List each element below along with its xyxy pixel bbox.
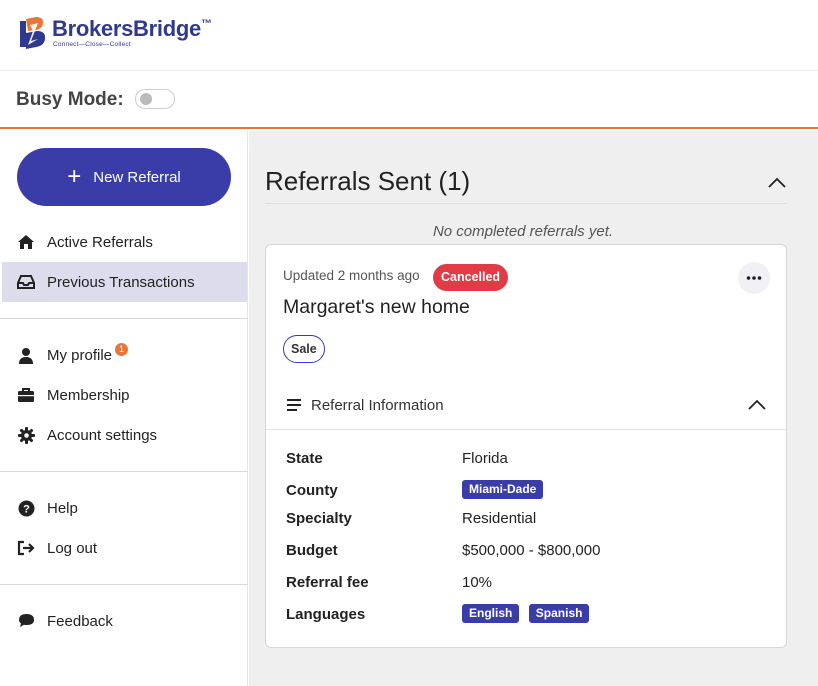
chevron-up-icon [748,399,766,410]
brand-tagline: Connect—Close—Collect [53,41,131,48]
county-tag: Miami-Dade [462,480,544,499]
field-row-budget: Budget $500,000 - $800,000 [286,538,766,564]
more-horizontal-icon [746,276,762,280]
sidebar-item-label: Previous Transactions [47,273,195,291]
sidebar-item-my-profile[interactable]: My profile 1 [2,335,247,375]
sidebar-item-label: Account settings [47,426,158,444]
empty-state-note: No completed referrals yet. [432,223,614,240]
busy-mode-bar: Busy Mode: [0,71,818,129]
sidebar-item-label: Membership [47,386,130,404]
field-label: State [286,450,323,467]
field-value: Residential [462,510,537,527]
section-divider [265,203,787,204]
brand-logo[interactable]: BrokersBridge™ Connect—Close—Collect [18,15,212,51]
sidebar-item-label: Feedback [47,612,113,630]
sidebar-divider [0,471,247,472]
main-content: Referrals Sent (1) No completed referral… [249,131,818,686]
inbox-icon [17,273,35,291]
field-row-languages: Languages English Spanish [286,602,766,628]
gear-icon [17,426,35,444]
field-row-specialty: Specialty Residential [286,506,766,532]
field-value: $500,000 - $800,000 [462,542,601,559]
field-row-county: County Miami-Dade [286,478,766,504]
field-value: Florida [462,450,508,467]
field-value: 10% [462,574,493,591]
sidebar-item-account-settings[interactable]: Account settings [2,415,247,455]
sidebar-item-membership[interactable]: Membership [2,375,247,415]
busy-mode-toggle[interactable] [135,89,175,109]
page-title: Referrals Sent (1) [265,166,471,196]
sidebar-item-feedback[interactable]: Feedback [2,601,247,641]
sidebar-item-label: Log out [47,539,98,557]
list-icon [287,399,301,411]
referral-type-badge: Sale [283,335,325,363]
language-tag: English [462,604,520,623]
field-label: Specialty [286,510,352,527]
brand-trademark: ™ [200,18,212,30]
referral-information-accordion[interactable]: Referral Information [266,380,786,430]
sidebar-divider [0,318,247,319]
home-icon [17,233,35,251]
sidebar-item-log-out[interactable]: Log out [2,528,247,568]
field-label: Referral fee [286,574,369,591]
notification-badge: 1 [115,342,129,356]
toggle-knob [140,93,152,105]
field-row-state: State Florida [286,446,766,472]
field-row-referral-fee: Referral fee 10% [286,570,766,596]
field-label: County [286,482,338,499]
field-label: Budget [286,542,338,559]
help-circle-icon: ? [17,499,35,517]
plus-icon: + [67,163,82,190]
sidebar-divider [0,584,247,585]
svg-text:?: ? [23,503,30,515]
brand-logo-mark-icon [18,15,48,51]
sidebar-item-help[interactable]: ? Help [2,488,247,528]
new-referral-label: New Referral [93,168,181,186]
sidebar-item-previous-transactions[interactable]: Previous Transactions [2,262,247,302]
updated-timestamp: Updated 2 months ago [283,268,420,283]
brand-name: BrokersBridge [52,16,201,41]
chevron-up-icon [768,177,786,188]
busy-mode-label: Busy Mode: [16,89,124,110]
new-referral-button[interactable]: + New Referral [17,148,231,206]
sidebar-item-label: Help [47,499,78,517]
briefcase-icon [17,386,35,404]
sidebar-item-label: My profile [47,346,113,364]
accordion-title: Referral Information [311,397,444,414]
user-icon [17,346,35,364]
status-badge: Cancelled [433,264,509,291]
sidebar-item-active-referrals[interactable]: Active Referrals [2,222,247,262]
referral-title: Margaret's new home [283,296,470,318]
collapse-section-button[interactable] [767,173,787,193]
referral-card: Updated 2 months ago Cancelled Margaret'… [265,244,787,648]
field-label: Languages [286,606,366,623]
more-options-button[interactable] [738,262,770,294]
language-tag: Spanish [528,604,590,623]
chat-bubble-icon [17,612,35,630]
logout-icon [17,539,35,557]
sidebar-item-label: Active Referrals [47,233,153,251]
sidebar: + New Referral Active Referrals Previous… [0,131,248,686]
app-header: BrokersBridge™ Connect—Close—Collect [0,0,818,71]
